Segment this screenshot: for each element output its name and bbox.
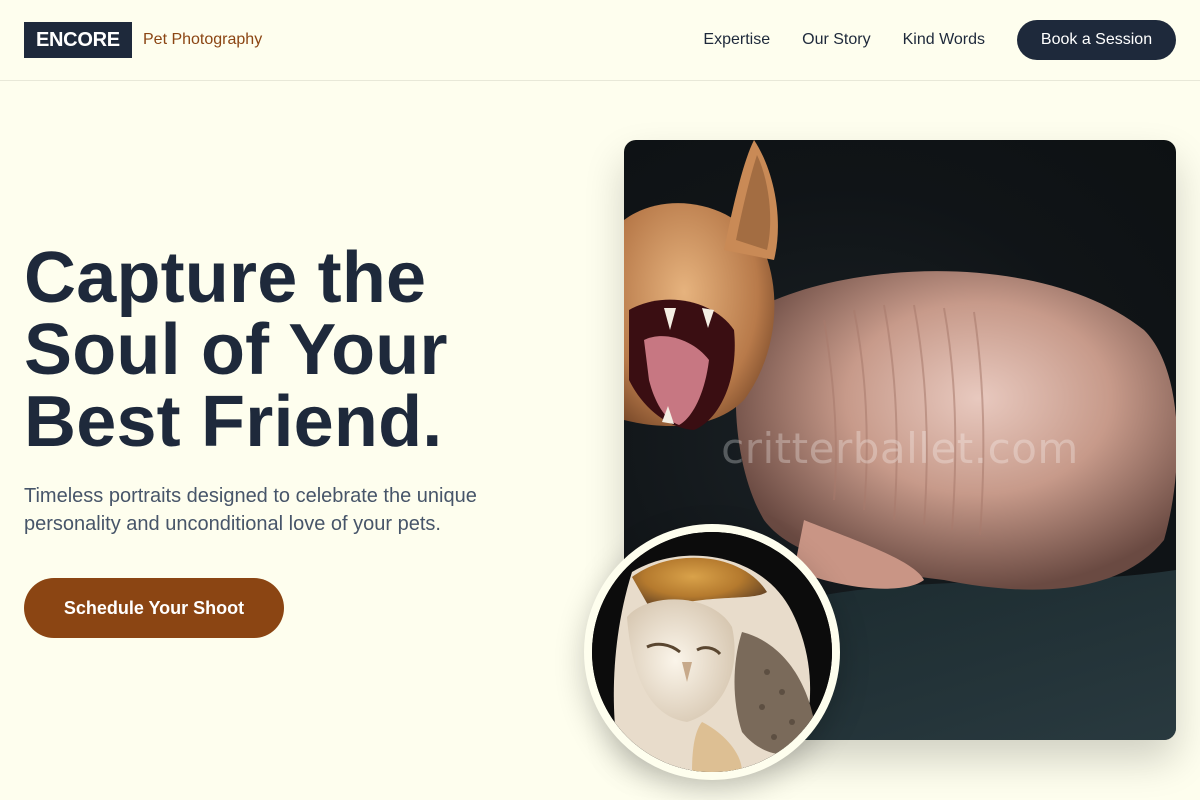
nav-link-expertise[interactable]: Expertise [703,30,770,50]
nav-link-kind-words[interactable]: Kind Words [903,30,985,50]
owl-illustration [592,532,832,772]
brand-tagline: Pet Photography [143,31,263,48]
schedule-shoot-button[interactable]: Schedule Your Shoot [24,578,284,638]
hero-title-line-3: Best Friend. [24,382,443,462]
site-header: ENCORE Pet Photography Expertise Our Sto… [0,0,1200,81]
inset-photo-owl [592,532,832,772]
book-session-button[interactable]: Book a Session [1017,20,1176,60]
inset-photo-frame [584,524,840,780]
watermark-text: critterballet.com [721,424,1079,473]
logo[interactable]: ENCORE [24,22,132,58]
nav-link-our-story[interactable]: Our Story [802,30,870,50]
hero-title: Capture the Soul of Your Best Friend. [24,242,564,458]
main-nav: Expertise Our Story Kind Words Book a Se… [703,20,1176,60]
hero-title-line-1: Capture the [24,238,427,318]
landing-page: ENCORE Pet Photography Expertise Our Sto… [0,0,1200,800]
hero-subtitle: Timeless portraits designed to celebrate… [24,485,477,535]
hero-title-line-2: Soul of Your [24,310,448,390]
